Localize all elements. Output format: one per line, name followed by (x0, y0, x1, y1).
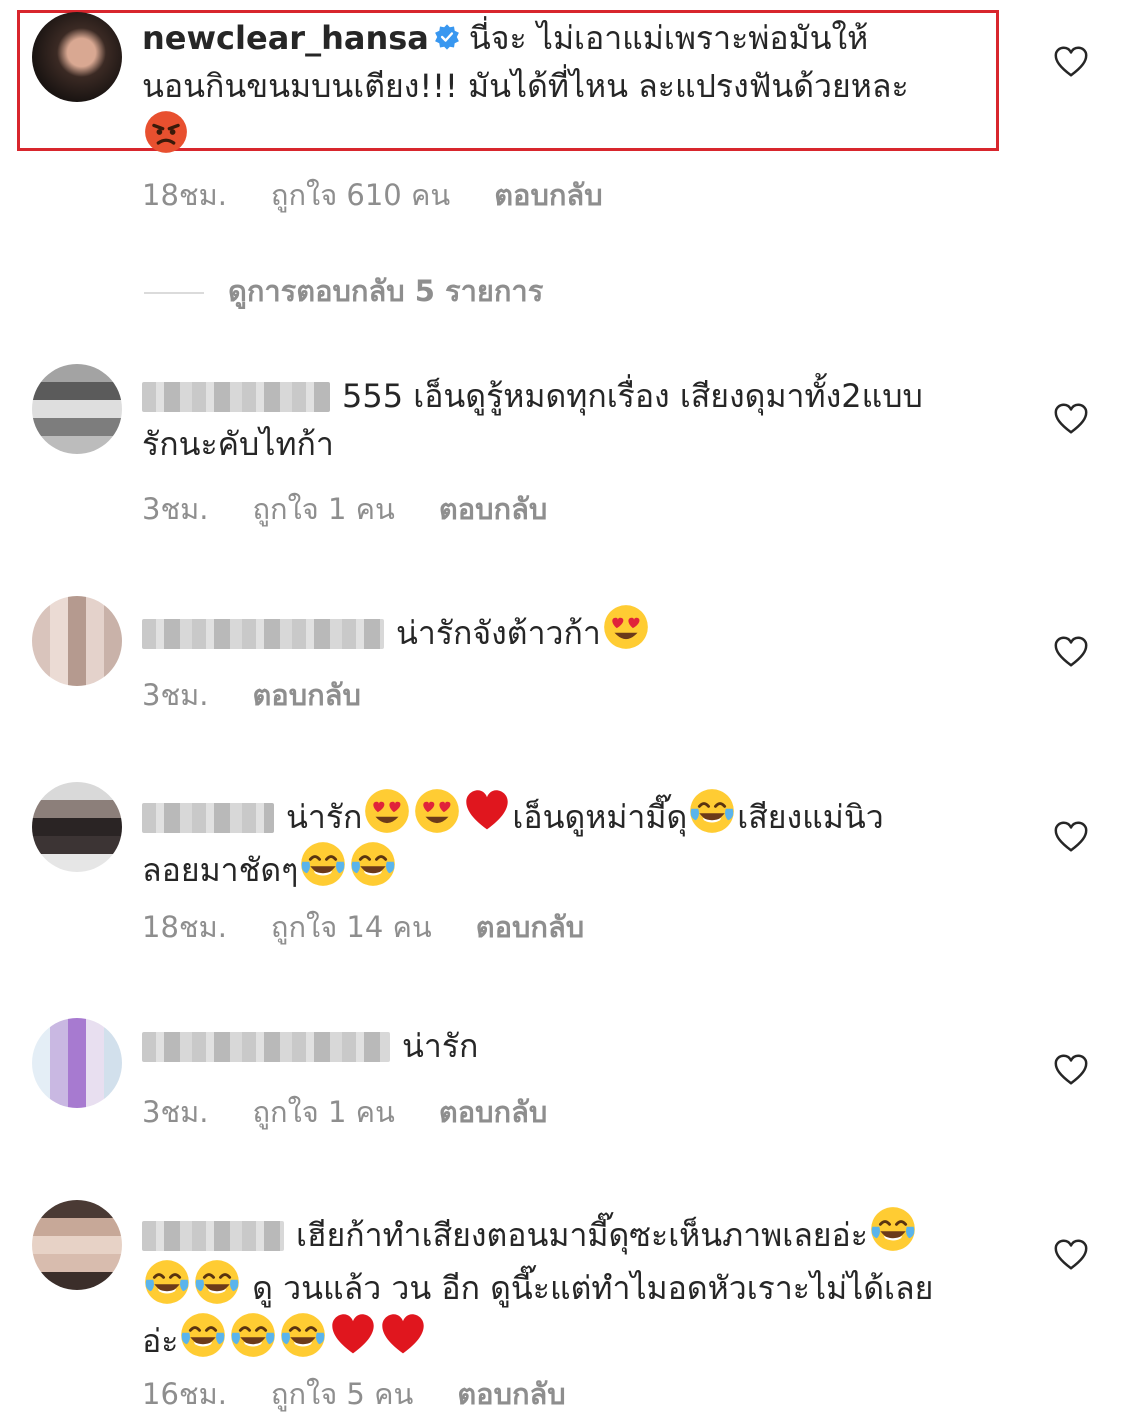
comment-text: 555 เอ็นดูรู้หมดทุกเรื่อง เสียงดุมาทั้ง2… (342, 377, 923, 415)
avatar[interactable] (32, 12, 122, 102)
comment-text: นอนกินขนมบนเตียง!!! มันได้ที่ไหน ละแปรงฟ… (142, 67, 909, 105)
comment-body: น่ารักจังต้าวก้า (142, 604, 1022, 657)
comment-time: 3ชม. (142, 678, 209, 712)
likes-count[interactable]: ถูกใจ 5 คน (271, 1377, 413, 1411)
view-replies-link[interactable]: ดูการตอบกลับ 5 รายการ (144, 268, 543, 314)
reply-button[interactable]: ตอบกลับ (457, 1377, 565, 1411)
comment-text: ลอยมาชัดๆ (142, 851, 299, 889)
avatar[interactable] (32, 596, 122, 686)
comment-text: น่ารัก (286, 798, 363, 836)
username[interactable]: newclear_hansa (142, 19, 429, 57)
tears-of-joy-emoji (350, 841, 396, 887)
comment-meta: 16ชม. ถูกใจ 5 คน ตอบกลับ (142, 1371, 610, 1417)
comment-text: ดู วนแล้ว วน อีก ดูนี๊ะแต่ทำไมอดหัวเราะไ… (252, 1269, 934, 1307)
comment-body: เฮียก้าทำเสียงตอนมามี๊ดุซะเห็นภาพเลยอ่ะ … (142, 1206, 1022, 1365)
comment-text: เอ็นดูหม่ามี๊ดุ (512, 798, 688, 836)
tears-of-joy-emoji (230, 1312, 276, 1358)
divider-line (144, 292, 204, 294)
likes-count[interactable]: ถูกใจ 14 คน (271, 910, 432, 944)
tears-of-joy-emoji (870, 1206, 916, 1252)
heart-outline-icon[interactable] (1052, 818, 1090, 856)
heart-eyes-emoji (364, 788, 410, 834)
comment-text: รักนะคับไทก้า (142, 425, 334, 463)
tears-of-joy-emoji (194, 1259, 240, 1305)
comment-meta: 3ชม. ตอบกลับ (142, 672, 405, 718)
comment-text: เฮียก้าทำเสียงตอนมามี๊ดุซะเห็นภาพเลยอ่ะ (296, 1216, 868, 1254)
comment-text: น่ารักจังต้าวก้า (396, 614, 601, 652)
verified-badge-icon (434, 24, 459, 50)
tears-of-joy-emoji (689, 788, 735, 834)
avatar[interactable] (32, 364, 122, 454)
comment-body: 555 เอ็นดูรู้หมดทุกเรื่อง เสียงดุมาทั้ง2… (142, 372, 1022, 468)
username-blurred[interactable] (142, 382, 330, 412)
avatar[interactable] (32, 782, 122, 872)
username-blurred[interactable] (142, 619, 384, 649)
tears-of-joy-emoji (180, 1312, 226, 1358)
likes-count[interactable]: ถูกใจ 1 คน (252, 492, 394, 526)
comment-time: 16ชม. (142, 1377, 227, 1411)
red-heart-emoji (464, 788, 510, 834)
reply-button[interactable]: ตอบกลับ (252, 678, 360, 712)
comment-body: น่ารัก เอ็นดูหม่ามี๊ดุ เสียงแม่นิว ลอยมาชั… (142, 788, 1022, 894)
comment-time: 3ชม. (142, 1095, 209, 1129)
tears-of-joy-emoji (144, 1259, 190, 1305)
comment-text: น่ารัก (402, 1027, 479, 1065)
username-blurred[interactable] (142, 803, 274, 833)
likes-count[interactable]: ถูกใจ 610 คน (271, 178, 450, 212)
heart-eyes-emoji (414, 788, 460, 834)
heart-outline-icon[interactable] (1052, 1236, 1090, 1274)
comment-body: newclear_hansa นี่จะ ไม่เอาแม่เพราะพ่อมัน… (142, 14, 1022, 161)
tears-of-joy-emoji (280, 1312, 326, 1358)
avatar[interactable] (32, 1200, 122, 1290)
reply-button[interactable]: ตอบกลับ (439, 1095, 547, 1129)
comment-meta: 3ชม. ถูกใจ 1 คน ตอบกลับ (142, 1089, 591, 1135)
comment-meta: 18ชม. ถูกใจ 14 คน ตอบกลับ (142, 904, 628, 950)
reply-button[interactable]: ตอบกลับ (439, 492, 547, 526)
heart-outline-icon[interactable] (1052, 43, 1090, 81)
tears-of-joy-emoji (300, 841, 346, 887)
comment-time: 3ชม. (142, 492, 209, 526)
angry-face-emoji (144, 110, 188, 154)
comment-text: อ่ะ (142, 1322, 179, 1360)
comment-meta: 18ชม. ถูกใจ 610 คน ตอบกลับ (142, 172, 647, 218)
comment-time: 18ชม. (142, 178, 227, 212)
heart-outline-icon[interactable] (1052, 400, 1090, 438)
comment-time: 18ชม. (142, 910, 227, 944)
red-heart-emoji (330, 1312, 376, 1358)
avatar[interactable] (32, 1018, 122, 1108)
comment-body: น่ารัก (142, 1022, 1022, 1070)
red-heart-emoji (380, 1312, 426, 1358)
username-blurred[interactable] (142, 1032, 390, 1062)
likes-count[interactable]: ถูกใจ 1 คน (252, 1095, 394, 1129)
comment-meta: 3ชม. ถูกใจ 1 คน ตอบกลับ (142, 486, 591, 532)
reply-button[interactable]: ตอบกลับ (494, 178, 602, 212)
heart-eyes-emoji (603, 604, 649, 650)
heart-outline-icon[interactable] (1052, 1051, 1090, 1089)
comment-text: นี่จะ ไม่เอาแม่เพราะพ่อมันให้ (468, 19, 869, 57)
comment-text: เสียงแม่นิว (737, 798, 884, 836)
heart-outline-icon[interactable] (1052, 633, 1090, 671)
username-blurred[interactable] (142, 1221, 284, 1251)
view-replies-label: ดูการตอบกลับ 5 รายการ (228, 274, 544, 308)
reply-button[interactable]: ตอบกลับ (476, 910, 584, 944)
